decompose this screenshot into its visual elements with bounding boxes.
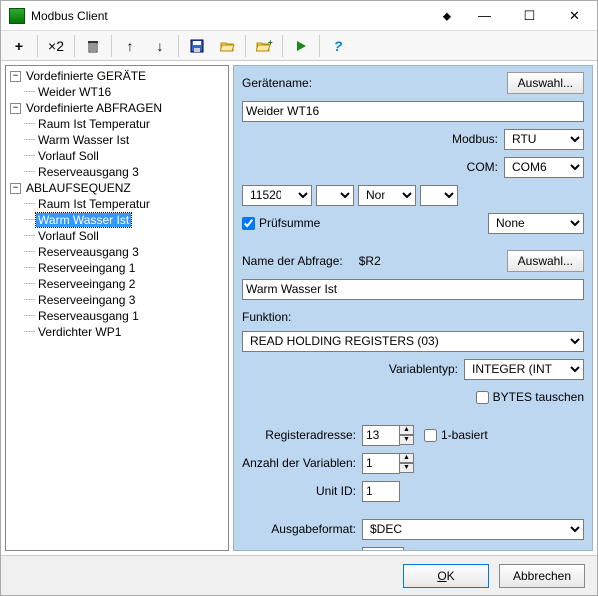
databits-select[interactable]: 8 — [316, 185, 354, 206]
function-select[interactable]: READ HOLDING REGISTERS (03) — [242, 331, 584, 352]
tree-group[interactable]: Vordefinierte ABFRAGEN — [24, 101, 164, 115]
toolbar-separator — [282, 35, 283, 57]
tree-item[interactable]: Reserveeingang 3 — [36, 293, 137, 307]
vartype-select[interactable]: INTEGER (INT16) — [464, 359, 584, 380]
function-label: Funktion: — [242, 310, 291, 324]
unitid-label: Unit ID: — [242, 484, 362, 498]
toolbar-separator — [37, 35, 38, 57]
maximize-button[interactable]: ☐ — [507, 2, 552, 30]
numvars-input[interactable] — [362, 453, 400, 474]
move-down-button[interactable]: ↓ — [146, 34, 174, 58]
query-select-button[interactable]: Auswahl... — [507, 250, 584, 272]
tree-item[interactable]: Raum Ist Temperatur — [36, 117, 152, 131]
regaddr-spinner[interactable]: ▲▼ — [399, 425, 414, 445]
toolbar-separator — [74, 35, 75, 57]
query-name-label: Name der Abfrage: — [242, 254, 349, 268]
toolbar-separator — [245, 35, 246, 57]
help-button[interactable]: ? — [324, 34, 352, 58]
dialog-button-bar: OK Abbrechen — [1, 555, 597, 595]
tree-group[interactable]: ABLAUFSEQUENZ — [24, 181, 133, 195]
svg-text:+: + — [268, 39, 273, 47]
wait-label: Auf Antwort warten: — [242, 550, 362, 551]
vartype-label: Variablentyp: — [389, 362, 464, 376]
toolbar: + ×2 ↑ ↓ — [1, 31, 597, 61]
move-up-button[interactable]: ↑ — [116, 34, 144, 58]
floppy-icon — [190, 39, 204, 53]
bytes-swap-checkbox[interactable]: BYTES tauschen — [476, 390, 584, 404]
tree-toggle[interactable]: − — [10, 103, 21, 114]
tree-item[interactable]: Verdichter WP1 — [36, 325, 123, 339]
open-add-button[interactable]: + — [250, 34, 278, 58]
tree-group[interactable]: Vordefinierte GERÄTE — [24, 69, 148, 83]
properties-form: Gerätename: Auswahl... Modbus: RTU COM: … — [233, 65, 593, 551]
window-title: Modbus Client — [31, 9, 432, 23]
outfmt-select[interactable]: $DEC — [362, 519, 584, 540]
toolbar-separator — [178, 35, 179, 57]
tree-item-selected[interactable]: Warm Wasser Ist — [36, 213, 131, 227]
modbus-select[interactable]: RTU — [504, 129, 584, 150]
title-bar: Modbus Client ⬥ — ☐ ✕ — [1, 1, 597, 31]
modbus-label: Modbus: — [452, 132, 504, 146]
cancel-button[interactable]: Abbrechen — [499, 564, 585, 588]
tree-item[interactable]: Warm Wasser Ist — [36, 133, 131, 147]
ok-button[interactable]: OK — [403, 564, 489, 588]
play-icon — [295, 40, 307, 52]
save-button[interactable] — [183, 34, 211, 58]
open-button[interactable] — [213, 34, 241, 58]
add-button[interactable]: + — [5, 34, 33, 58]
tree-toggle[interactable]: − — [10, 183, 21, 194]
checksum-checkbox[interactable]: Prüfsumme — [242, 216, 320, 230]
tree-item[interactable]: Vorlauf Soll — [36, 229, 101, 243]
tree-item[interactable]: Vorlauf Soll — [36, 149, 101, 163]
tree-toggle[interactable]: − — [10, 71, 21, 82]
wait-input[interactable] — [362, 547, 404, 552]
stopbits-select[interactable]: 1 — [420, 185, 458, 206]
duplicate-button[interactable]: ×2 — [42, 34, 70, 58]
numvars-label: Anzahl der Variablen: — [242, 456, 362, 470]
app-icon — [9, 8, 25, 24]
device-select-button[interactable]: Auswahl... — [507, 72, 584, 94]
tree-item[interactable]: Reserveausgang 3 — [36, 245, 141, 259]
numvars-spinner[interactable]: ▲▼ — [399, 453, 414, 473]
tree-item[interactable]: Reserveeingang 2 — [36, 277, 137, 291]
tree-item[interactable]: Reserveausgang 3 — [36, 165, 141, 179]
query-ref: $R2 — [359, 254, 381, 268]
device-name-input[interactable] — [242, 101, 584, 122]
toolbar-separator — [111, 35, 112, 57]
com-select[interactable]: COM6 — [504, 157, 584, 178]
tree-item[interactable]: Raum Ist Temperatur — [36, 197, 152, 211]
baud-select[interactable]: 115200 — [242, 185, 312, 206]
minimize-button[interactable]: — — [462, 2, 507, 30]
trash-icon — [86, 39, 100, 53]
toolbar-separator — [319, 35, 320, 57]
wait-unit: ms — [408, 550, 424, 551]
delete-button[interactable] — [79, 34, 107, 58]
tree-item[interactable]: Reserveausgang 1 — [36, 309, 141, 323]
com-label: COM: — [467, 160, 504, 174]
tree-item[interactable]: Weider WT16 — [36, 85, 113, 99]
pin-icon[interactable]: ⬥ — [432, 2, 462, 30]
tree-item[interactable]: Reserveeingang 1 — [36, 261, 137, 275]
folder-plus-icon: + — [256, 39, 273, 53]
query-name-input[interactable] — [242, 279, 584, 300]
checksum-mode-select[interactable]: None — [488, 213, 584, 234]
regaddr-input[interactable] — [362, 425, 400, 446]
onebased-checkbox[interactable]: 1-basiert — [424, 428, 488, 442]
folder-open-icon — [220, 39, 235, 53]
tree-view[interactable]: −Vordefinierte GERÄTE ┈┈Weider WT16 −Vor… — [5, 65, 229, 551]
device-name-label: Gerätename: — [242, 76, 507, 90]
parity-select[interactable]: None — [358, 185, 416, 206]
run-button[interactable] — [287, 34, 315, 58]
outfmt-label: Ausgabeformat: — [242, 522, 362, 536]
close-button[interactable]: ✕ — [552, 2, 597, 30]
regaddr-label: Registeradresse: — [242, 428, 362, 442]
unitid-input[interactable] — [362, 481, 400, 502]
